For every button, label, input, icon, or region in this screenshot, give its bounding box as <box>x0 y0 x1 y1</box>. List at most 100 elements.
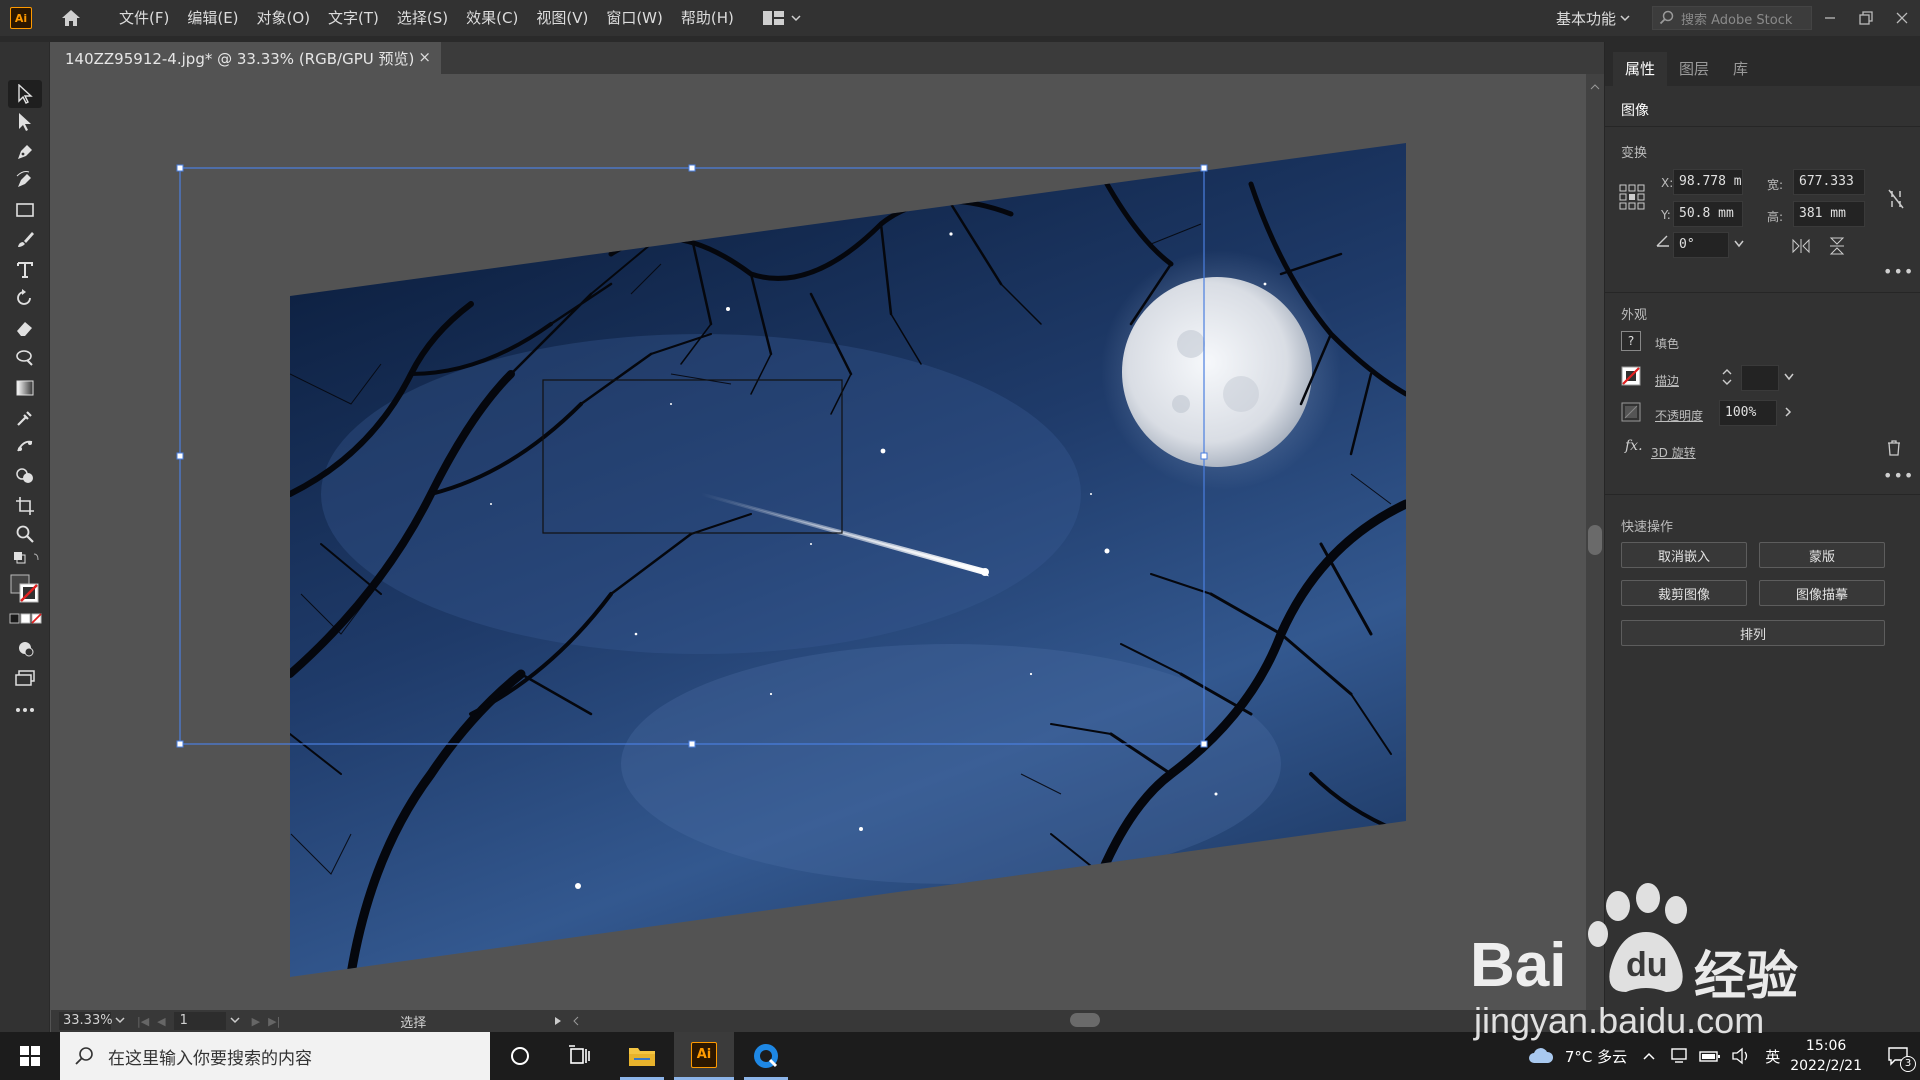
volume-icon[interactable] <box>1731 1047 1751 1065</box>
chevron-right-icon[interactable] <box>1783 406 1793 418</box>
menu-window[interactable]: 窗口(W) <box>597 0 672 36</box>
curvature-tool[interactable] <box>8 166 42 194</box>
workspace-switcher[interactable]: 基本功能 <box>1556 8 1616 29</box>
artboard-number-field[interactable]: 1 <box>173 1012 226 1030</box>
tab-layers[interactable]: 图层 <box>1667 52 1721 86</box>
taskbar-illustrator[interactable]: Ai <box>674 1032 734 1080</box>
y-field[interactable]: 50.8 mm <box>1673 201 1743 227</box>
stroke-weight-stepper-icon[interactable] <box>1721 366 1733 388</box>
draw-mode-tool[interactable] <box>8 634 42 662</box>
menu-type[interactable]: 文字(T) <box>319 0 388 36</box>
eraser-tool[interactable] <box>8 314 42 342</box>
color-mode-buttons[interactable] <box>8 610 42 628</box>
vertical-scroll-thumb[interactable] <box>1588 525 1602 555</box>
minimize-button[interactable] <box>1812 0 1848 36</box>
shape-builder-tool[interactable] <box>8 462 42 490</box>
stroke-weight-field[interactable] <box>1741 365 1779 391</box>
clock[interactable]: 15:06 2022/2/21 <box>1790 1036 1862 1076</box>
x-field[interactable]: 98.778 m <box>1673 169 1743 195</box>
start-button[interactable] <box>0 1032 60 1080</box>
network-icon[interactable] <box>1669 1047 1689 1065</box>
width-tool[interactable] <box>8 344 42 372</box>
menu-help[interactable]: 帮助(H) <box>672 0 743 36</box>
fill-stroke-swatch[interactable] <box>8 572 42 606</box>
last-artboard-icon[interactable]: ▶| <box>268 1015 280 1028</box>
height-field[interactable]: 381 mm <box>1793 201 1865 227</box>
opacity-label[interactable]: 不透明度 <box>1655 407 1703 424</box>
unembed-button[interactable]: 取消嵌入 <box>1621 542 1747 568</box>
first-artboard-icon[interactable]: |◀ <box>137 1015 149 1028</box>
zoom-level-field[interactable]: 33.33% <box>59 1012 113 1030</box>
close-tab-button[interactable]: × <box>418 48 431 66</box>
menu-object[interactable]: 对象(O) <box>248 0 320 36</box>
tab-properties[interactable]: 属性 <box>1613 52 1668 86</box>
direct-selection-tool[interactable] <box>8 108 42 136</box>
stroke-none-swatch[interactable] <box>1621 366 1641 386</box>
close-window-button[interactable] <box>1884 0 1920 36</box>
chevron-up-icon[interactable] <box>1641 1050 1657 1062</box>
mask-button[interactable]: 蒙版 <box>1759 542 1885 568</box>
puppet-warp-tool[interactable] <box>8 432 42 460</box>
effect-3d-rotate[interactable]: 3D 旋转 <box>1651 444 1696 461</box>
constrain-proportions-icon[interactable] <box>1887 188 1905 210</box>
menu-effect[interactable]: 效果(C) <box>457 0 527 36</box>
battery-icon[interactable] <box>1699 1049 1721 1063</box>
eyedropper-tool[interactable] <box>8 404 42 432</box>
rotate-tool[interactable] <box>8 284 42 312</box>
chevron-down-icon[interactable] <box>111 1016 129 1026</box>
flip-horizontal-icon[interactable] <box>1791 238 1811 254</box>
status-menu-arrow-icon[interactable] <box>552 1016 564 1026</box>
artboard-canvas[interactable] <box>51 74 1586 1010</box>
menu-file[interactable]: 文件(F) <box>110 0 178 36</box>
rotate-angle-field[interactable]: 0° <box>1673 232 1729 258</box>
flip-vertical-icon[interactable] <box>1829 236 1845 256</box>
horizontal-scroll-thumb[interactable] <box>1070 1013 1100 1027</box>
menu-edit[interactable]: 编辑(E) <box>178 0 247 36</box>
gradient-tool[interactable] <box>8 374 42 402</box>
paintbrush-tool[interactable] <box>8 226 42 254</box>
opacity-field[interactable]: 100% <box>1719 400 1777 426</box>
selection-tool[interactable] <box>8 80 42 108</box>
next-artboard-icon[interactable]: ▶ <box>252 1015 260 1028</box>
menu-select[interactable]: 选择(S) <box>388 0 457 36</box>
notification-center-button[interactable]: 3 <box>1876 1032 1920 1080</box>
width-field[interactable]: 677.333 <box>1793 169 1865 195</box>
ime-indicator[interactable]: 英 <box>1765 1046 1780 1067</box>
chevron-down-icon[interactable] <box>226 1016 244 1026</box>
edit-toolbar-button[interactable] <box>8 696 42 724</box>
taskbar-search-box[interactable]: 在这里输入你要搜索的内容 <box>60 1032 490 1080</box>
stock-search-input[interactable]: 搜索 Adobe Stock <box>1652 6 1812 30</box>
reference-point-icon[interactable] <box>1619 184 1645 210</box>
weather-text[interactable]: 7°C 多云 <box>1565 1046 1627 1067</box>
stroke-label[interactable]: 描边 <box>1655 372 1679 389</box>
menu-view[interactable]: 视图(V) <box>527 0 597 36</box>
arrange-documents-button[interactable] <box>762 10 801 26</box>
taskbar-file-explorer[interactable] <box>612 1032 672 1080</box>
default-fill-stroke[interactable] <box>8 548 42 568</box>
trash-icon[interactable] <box>1887 440 1901 456</box>
fill-swatch[interactable]: ? <box>1621 331 1641 351</box>
cloud-weather-icon[interactable] <box>1527 1046 1555 1066</box>
appearance-more-options[interactable]: ••• <box>1883 466 1914 485</box>
chevron-down-icon[interactable] <box>1783 372 1795 382</box>
pen-tool[interactable] <box>8 138 42 166</box>
rectangle-tool[interactable] <box>8 196 42 224</box>
prev-artboard-icon[interactable]: ◀ <box>157 1015 165 1028</box>
restore-button[interactable] <box>1848 0 1884 36</box>
transform-more-options[interactable]: ••• <box>1883 262 1914 281</box>
task-view-button[interactable] <box>550 1032 610 1080</box>
placed-image[interactable] <box>281 134 1421 994</box>
artboard-tool[interactable] <box>8 492 42 520</box>
tab-libraries[interactable]: 库 <box>1721 52 1760 86</box>
screen-mode-tool[interactable] <box>8 664 42 692</box>
image-trace-button[interactable]: 图像描摹 <box>1759 580 1885 606</box>
taskbar-browser[interactable] <box>736 1032 796 1080</box>
cortana-button[interactable] <box>490 1032 550 1080</box>
chevron-down-icon[interactable] <box>1733 239 1745 249</box>
type-tool[interactable] <box>8 256 42 284</box>
crop-image-button[interactable]: 裁剪图像 <box>1621 580 1747 606</box>
home-icon[interactable] <box>58 5 84 31</box>
arrange-button[interactable]: 排列 <box>1621 620 1885 646</box>
document-tab[interactable]: 140ZZ95912-4.jpg* @ 33.33% (RGB/GPU 预览) … <box>51 42 441 74</box>
zoom-tool[interactable] <box>8 520 42 548</box>
